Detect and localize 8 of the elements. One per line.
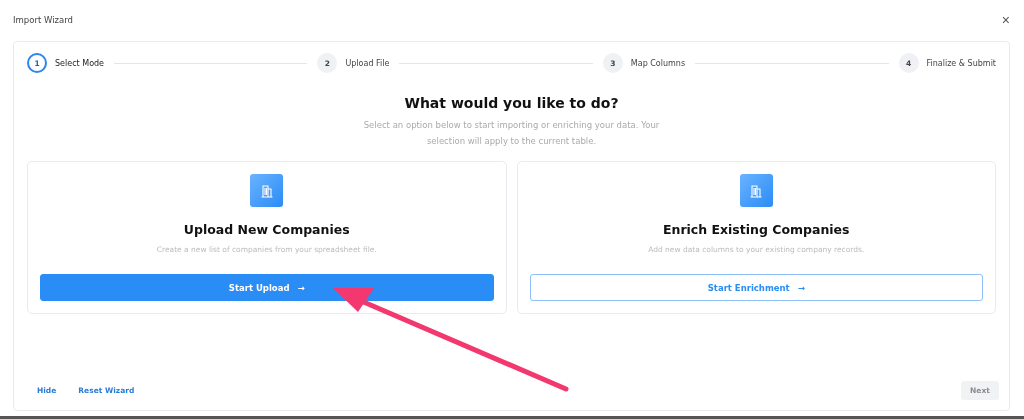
option-title: Upload New Companies <box>183 222 350 237</box>
option-title: Enrich Existing Companies <box>662 222 850 237</box>
close-button[interactable]: × <box>1001 13 1010 27</box>
building-icon <box>739 174 773 207</box>
building-icon <box>250 174 284 207</box>
window-title: Import Wizard <box>13 15 73 25</box>
question-heading: What would you like to do? <box>403 95 620 111</box>
instruction-text: Select an option below to start importing or enriching your data. Your selection will apply to the current table. <box>362 119 661 148</box>
